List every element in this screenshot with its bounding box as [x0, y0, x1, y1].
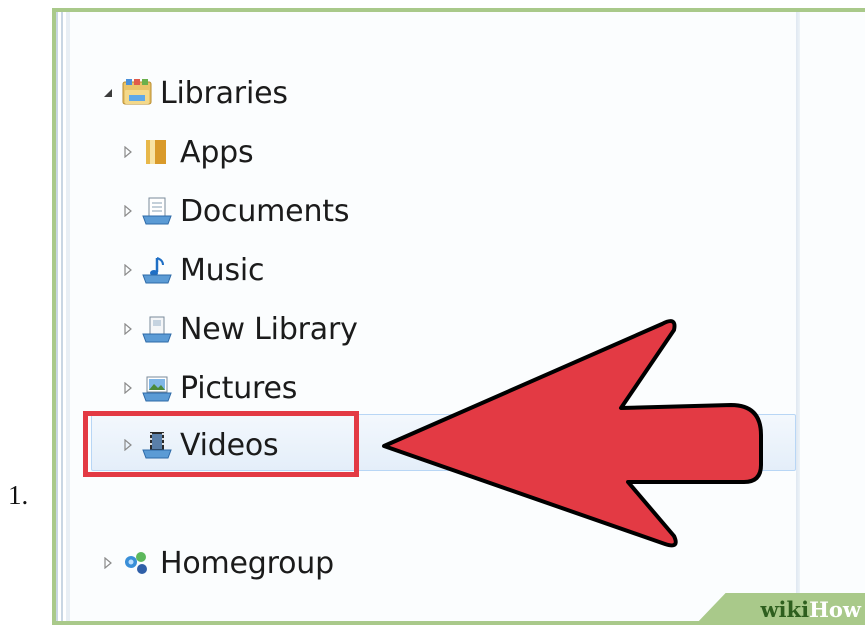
watermark-wiki: wiki — [760, 596, 810, 622]
watermark-how: How — [809, 596, 861, 622]
explorer-navigation-pane: Libraries Apps Documents Music New Libra… — [52, 8, 865, 625]
wikihow-watermark: wiki How — [691, 593, 865, 625]
step-number: 1. — [8, 480, 29, 510]
annotation-arrow — [382, 319, 763, 548]
